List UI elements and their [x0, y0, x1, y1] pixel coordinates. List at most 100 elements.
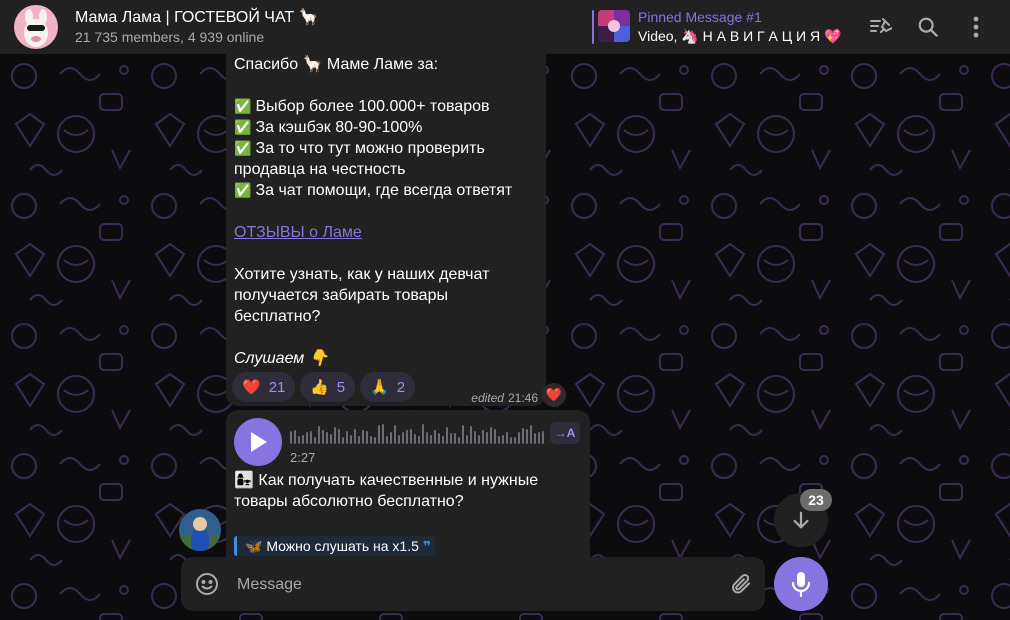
chat-member-count: 21 735 members, 4 939 online [75, 29, 265, 45]
message-line: За чат помощи, где всегда ответят [255, 182, 513, 199]
pinned-message[interactable]: Pinned Message #1 Video, 🦄 Н А В И Г А Ц… [592, 8, 852, 46]
pinned-thumbnail [598, 10, 630, 42]
chat-avatar[interactable] [14, 5, 58, 49]
waveform-bar [326, 432, 328, 444]
waveform-bar [318, 426, 320, 444]
my-reaction-heart-icon[interactable]: ❤️ [542, 383, 566, 407]
waveform-bar [410, 429, 412, 444]
reaction-pray[interactable]: 🙏 2 [360, 372, 416, 402]
waveform-bar [382, 424, 384, 444]
waveform-bar [306, 432, 308, 444]
heart-icon: ❤️ [242, 379, 261, 396]
waveform-bar [334, 427, 336, 444]
waveform-bar [530, 425, 532, 444]
transcribe-button[interactable]: →A [550, 422, 580, 444]
waveform-bar [422, 424, 424, 444]
waveform-bar [314, 437, 316, 444]
waveform-bar [362, 430, 364, 444]
voice-duration: 2:27 [290, 450, 316, 465]
waveform-bar [454, 433, 456, 444]
waveform-bar [494, 429, 496, 444]
play-button[interactable] [234, 418, 282, 466]
waveform-bar [518, 432, 520, 444]
reaction-heart[interactable]: ❤️ 21 [232, 372, 296, 402]
waveform-bar [322, 430, 324, 444]
waveform-bar [462, 425, 464, 444]
waveform-bar [506, 432, 508, 444]
quote-mark-icon: ❞ [422, 537, 432, 554]
chat-header: Мама Лама | ГОСТЕВОЙ ЧАТ 🦙 21 735 member… [0, 0, 1010, 54]
reaction-count: 21 [268, 378, 286, 396]
voice-waveform[interactable] [290, 424, 546, 446]
waveform-bar [438, 433, 440, 444]
waveform-bar [342, 437, 344, 444]
waveform-bar [446, 427, 448, 444]
waveform-bar [478, 435, 480, 444]
waveform-bar [338, 429, 340, 444]
pinned-text: Video, 🦄 Н А В И Г А Ц И Я 💖 [638, 28, 842, 44]
waveform-bar [470, 426, 472, 444]
arrow-down-icon [793, 511, 809, 529]
pinned-list-icon[interactable] [866, 13, 894, 41]
waveform-bar [366, 431, 368, 444]
reaction-thumbs-up[interactable]: 👍 5 [300, 372, 356, 402]
checkmark-icon: ✅ [234, 140, 252, 156]
reviews-link[interactable]: ОТЗЫВЫ о Ламе [234, 222, 362, 243]
microphone-button[interactable] [774, 557, 828, 611]
message-input[interactable] [235, 569, 719, 601]
message-line: получается забирать товары [234, 287, 448, 304]
waveform-bar [394, 425, 396, 444]
message-line: Хотите узнать, как у наших девчат [234, 266, 490, 283]
play-icon [251, 432, 267, 452]
message-line: За то что тут можно проверить [255, 140, 485, 157]
waveform-bar [458, 437, 460, 444]
checkmark-icon: ✅ [234, 182, 252, 198]
waveform-bar [486, 432, 488, 444]
more-vertical-icon[interactable] [962, 13, 990, 41]
waveform-bar [290, 431, 292, 444]
waveform-bar [466, 435, 468, 444]
list-item: ✅ За чат помощи, где всегда ответят [234, 180, 512, 201]
waveform-bar [490, 427, 492, 444]
waveform-bar [534, 433, 536, 444]
quote-text: 🦋 Можно слушать на х1.5 [245, 537, 419, 554]
waveform-bar [378, 425, 380, 444]
chat-title[interactable]: Мама Лама | ГОСТЕВОЙ ЧАТ 🦙 [75, 7, 319, 27]
emoji-icon[interactable] [193, 570, 221, 598]
waveform-bar [390, 432, 392, 444]
thumbs-up-icon: 👍 [310, 379, 329, 396]
message-line: За кэшбэк 80-90-100% [255, 119, 423, 136]
waveform-bar [370, 436, 372, 444]
message-line: Слушаем 👇 [234, 350, 329, 367]
waveform-bar [542, 431, 544, 444]
edited-label: edited [471, 391, 504, 405]
waveform-bar [426, 432, 428, 444]
waveform-bar [434, 430, 436, 444]
message-line: Спасибо 🦙 Маме Ламе за: [234, 56, 439, 73]
waveform-bar [418, 436, 420, 444]
waveform-bar [294, 430, 296, 444]
waveform-bar [414, 434, 416, 444]
waveform-bar [406, 430, 408, 444]
waveform-bar [514, 437, 516, 444]
pinned-indicator-bar [592, 10, 594, 44]
attach-icon[interactable] [727, 570, 755, 598]
waveform-bar [302, 435, 304, 444]
waveform-bar [498, 436, 500, 444]
waveform-bar [358, 436, 360, 444]
waveform-bar [310, 431, 312, 444]
sender-avatar[interactable] [179, 509, 221, 551]
pray-icon: 🙏 [370, 379, 389, 396]
waveform-bar [450, 433, 452, 444]
search-icon[interactable] [914, 13, 942, 41]
waveform-bar [482, 430, 484, 444]
checkmark-icon: ✅ [234, 119, 252, 135]
waveform-bar [402, 432, 404, 444]
unread-count-badge: 23 [800, 489, 832, 511]
message-line: товары абсолютно бесплатно? [234, 493, 464, 510]
pinned-label: Pinned Message #1 [638, 9, 762, 25]
reaction-count: 5 [336, 378, 346, 396]
waveform-bar [298, 436, 300, 444]
voice-message-bubble[interactable]: 2:27 →A 👩‍👧 Как получать качественные и … [226, 410, 590, 560]
message-bubble[interactable]: Спасибо 🦙 Маме Ламе за: ✅ Выбор более 100… [226, 54, 546, 406]
